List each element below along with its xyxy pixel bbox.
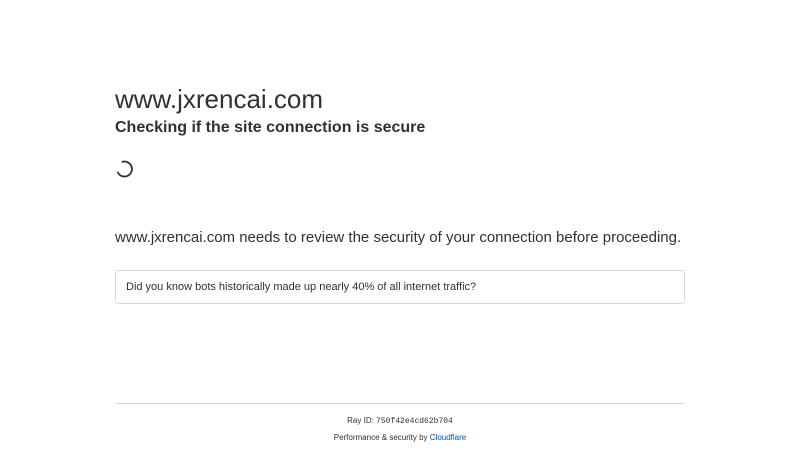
ray-id-label: Ray ID: [347,416,374,425]
performance-security-line: Performance & security by Cloudflare [115,432,685,444]
did-you-know-text: Did you know bots historically made up n… [126,281,477,293]
loading-spinner-icon [116,160,134,178]
performance-security-label: Performance & security by [333,433,428,442]
ray-id-line: Ray ID: 750f42e4cd62b704 [115,415,685,428]
connection-status-text: Checking if the site connection is secur… [115,119,426,136]
did-you-know-box: Did you know bots historically made up n… [115,270,685,304]
main-content: www.jxrencai.com Checking if the site co… [115,84,685,246]
footer-divider [115,403,685,404]
cloudflare-link[interactable]: Cloudflare [430,433,466,442]
challenge-page: www.jxrencai.com Checking if the site co… [0,0,800,450]
footer: Ray ID: 750f42e4cd62b704 Performance & s… [115,415,685,444]
site-domain-title: www.jxrencai.com [115,84,324,114]
ray-id-value: 750f42e4cd62b704 [376,417,453,426]
security-review-message: www.jxrencai.com needs to review the sec… [115,229,682,246]
